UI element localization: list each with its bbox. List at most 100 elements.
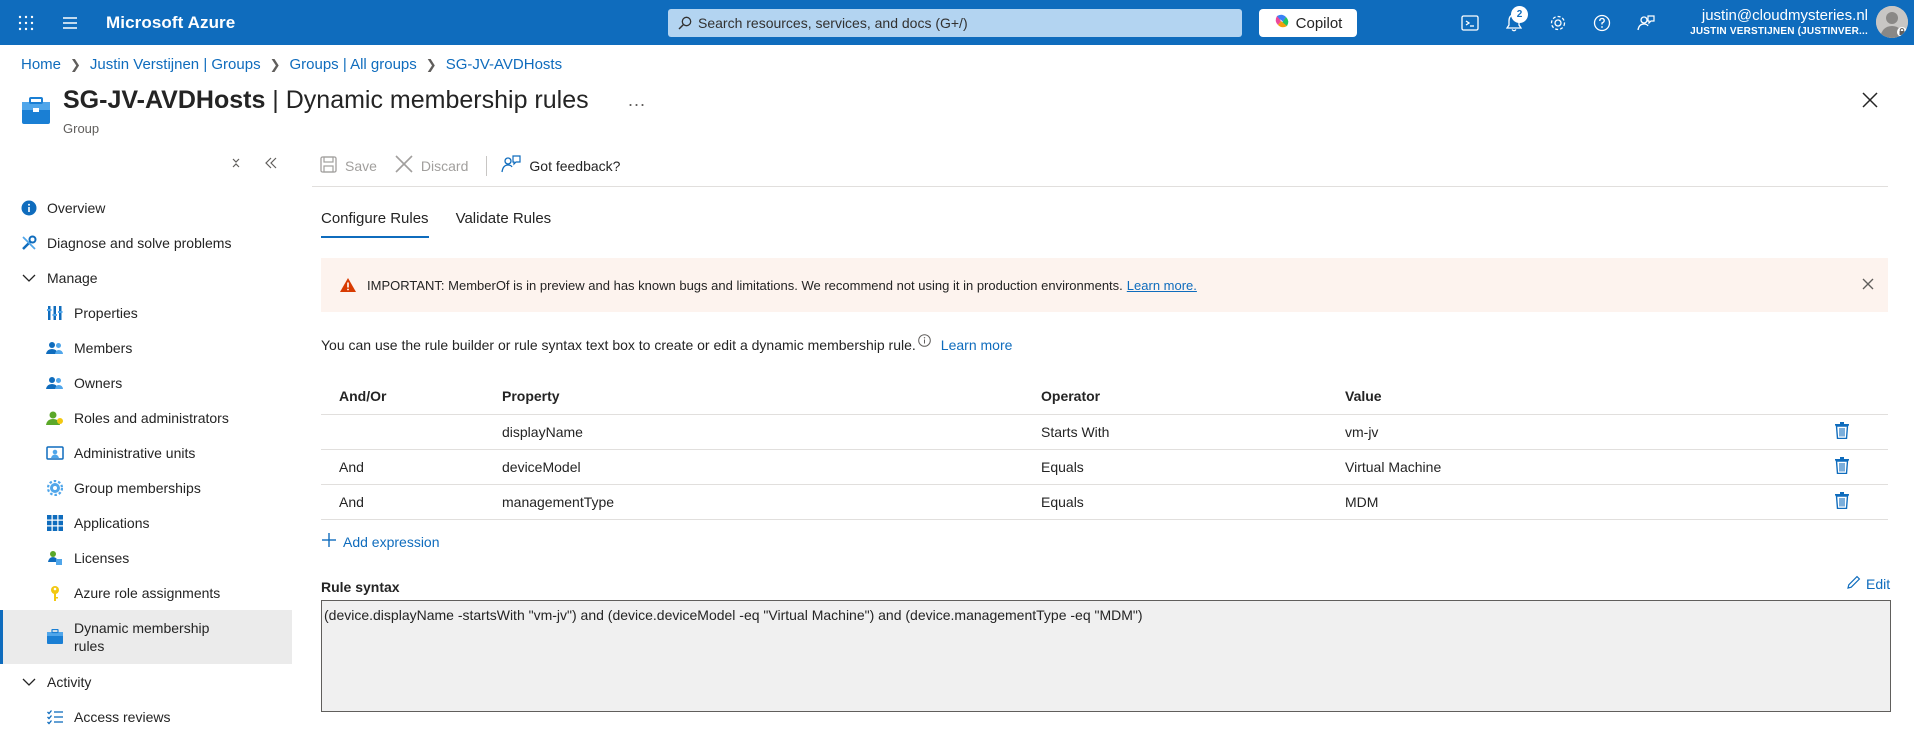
feedback-button[interactable]: Got feedback? (501, 155, 620, 176)
sidebar-item-label: Members (74, 339, 133, 356)
sidebar-group-activity[interactable]: Activity (0, 664, 292, 699)
sidebar-item-label: Licenses (74, 549, 130, 566)
copilot-button[interactable]: Copilot (1259, 9, 1357, 37)
toolbar-divider (486, 155, 488, 176)
delete-row-button[interactable] (1835, 414, 1888, 450)
banner-learn-more-link[interactable]: Learn more. (1127, 278, 1197, 293)
apps-grid-icon (46, 514, 64, 532)
sidebar-item-owners[interactable]: Owners (0, 365, 292, 400)
column-header-actions (1835, 378, 1888, 415)
cell-operator[interactable]: Equals (1041, 484, 1345, 520)
sidebar-item-label: Access reviews (74, 708, 171, 725)
delete-row-button[interactable] (1835, 484, 1888, 520)
copilot-icon (1274, 13, 1290, 33)
cell-and-or[interactable]: And (321, 484, 502, 520)
breadcrumb-home[interactable]: Home (21, 56, 61, 73)
discard-button[interactable]: Discard (395, 155, 468, 176)
sidebar: Overview Diagnose and solve problems Man… (0, 190, 292, 732)
info-icon[interactable] (917, 333, 931, 347)
menu-icon[interactable] (48, 0, 92, 45)
cloud-shell-icon[interactable] (1448, 0, 1492, 45)
rule-syntax-textbox[interactable]: (device.displayName -startsWith "vm-jv")… (321, 600, 1891, 712)
cell-property[interactable]: managementType (502, 484, 1041, 520)
sidebar-item-licenses[interactable]: Licenses (0, 540, 292, 575)
search-input[interactable]: Search resources, services, and docs (G+… (668, 9, 1242, 37)
chevron-right-icon: ❯ (269, 56, 281, 72)
column-header-property: Property (502, 378, 1041, 415)
tab-configure-rules[interactable]: Configure Rules (321, 210, 429, 238)
sidebar-item-label: Owners (74, 374, 123, 391)
breadcrumb-all-groups[interactable]: Groups | All groups (289, 56, 416, 73)
sidebar-item-overview[interactable]: Overview (0, 190, 292, 225)
cell-value[interactable]: vm-jv (1345, 414, 1835, 450)
chevron-right-icon: ❯ (425, 56, 437, 72)
avatar[interactable] (1876, 6, 1908, 38)
sidebar-item-properties[interactable]: Properties (0, 295, 292, 330)
chevron-right-icon: ❯ (70, 56, 81, 72)
warning-banner: IMPORTANT: MemberOf is in preview and ha… (321, 258, 1888, 312)
settings-gear-icon[interactable] (1536, 0, 1580, 45)
add-expression-button[interactable]: Add expression (321, 532, 440, 551)
add-expression-label: Add expression (343, 533, 440, 550)
sidebar-item-roles[interactable]: Roles and administrators (0, 400, 292, 435)
sidebar-item-dynamic-membership-rules[interactable]: Dynamic membership rules (0, 610, 292, 664)
sidebar-item-access-reviews[interactable]: Access reviews (0, 699, 292, 732)
help-icon[interactable] (1580, 0, 1624, 45)
pencil-icon (1847, 575, 1861, 592)
sidebar-item-azure-roles[interactable]: Azure role assignments (0, 575, 292, 610)
cell-property[interactable]: deviceModel (502, 449, 1041, 485)
checklist-icon (46, 708, 64, 726)
expand-collapse-icon[interactable] (230, 156, 242, 173)
account-menu[interactable]: justin@cloudmysteries.nl JUSTIN VERSTIJN… (1690, 7, 1868, 39)
brand-link[interactable]: Microsoft Azure (106, 13, 235, 33)
table-row[interactable]: And deviceModel Equals Virtual Machine (321, 449, 1888, 485)
edit-button[interactable]: Edit (1847, 575, 1890, 592)
breadcrumb-group[interactable]: SG-JV-AVDHosts (446, 56, 562, 73)
app-launcher-icon[interactable] (4, 0, 48, 45)
table-header-row: And/Or Property Operator Value (321, 378, 1888, 415)
close-icon[interactable] (1862, 277, 1874, 295)
learn-more-link[interactable]: Learn more (941, 337, 1013, 353)
cell-and-or[interactable] (321, 414, 502, 450)
sidebar-item-label: Overview (47, 199, 106, 216)
sidebar-item-applications[interactable]: Applications (0, 505, 292, 540)
cell-operator[interactable]: Starts With (1041, 414, 1345, 450)
sidebar-group-manage[interactable]: Manage (0, 260, 292, 295)
trash-icon (1835, 491, 1849, 512)
save-label: Save (345, 157, 377, 174)
more-options-button[interactable]: ... (628, 90, 646, 111)
info-line: You can use the rule builder or rule syn… (321, 333, 1013, 353)
sidebar-item-admin-units[interactable]: Administrative units (0, 435, 292, 470)
close-icon[interactable] (1862, 92, 1878, 111)
save-button[interactable]: Save (320, 155, 377, 176)
table-row[interactable]: displayName Starts With vm-jv (321, 414, 1888, 450)
sidebar-item-label: Activity (47, 673, 92, 690)
toolbar-divider-line (312, 186, 1888, 187)
notifications-icon[interactable]: 2 (1492, 0, 1536, 45)
delete-row-button[interactable] (1835, 449, 1888, 485)
cell-operator[interactable]: Equals (1041, 449, 1345, 485)
cell-value[interactable]: Virtual Machine (1345, 449, 1835, 485)
breadcrumb-groups[interactable]: Justin Verstijnen | Groups (90, 56, 261, 73)
sidebar-item-diagnose[interactable]: Diagnose and solve problems (0, 225, 292, 260)
page-title-rest: | Dynamic membership rules (265, 86, 589, 114)
licenses-icon (46, 549, 64, 567)
collapse-sidebar-icon[interactable] (264, 156, 278, 173)
column-header-operator: Operator (1041, 378, 1345, 415)
sidebar-item-group-memberships[interactable]: Group memberships (0, 470, 292, 505)
plus-icon (321, 532, 337, 551)
cell-value[interactable]: MDM (1345, 484, 1835, 520)
sidebar-item-label: Applications (74, 514, 150, 531)
notification-badge: 2 (1511, 6, 1528, 23)
sidebar-item-label: Properties (74, 304, 138, 321)
table-row[interactable]: And managementType Equals MDM (321, 484, 1888, 520)
breadcrumb: Home ❯ Justin Verstijnen | Groups ❯ Grou… (21, 56, 562, 73)
account-org: JUSTIN VERSTIJNEN (JUSTINVER... (1690, 26, 1868, 37)
feedback-icon[interactable] (1624, 0, 1668, 45)
chevron-down-icon (20, 673, 38, 691)
tab-validate-rules[interactable]: Validate Rules (456, 210, 552, 238)
sidebar-item-label: Diagnose and solve problems (47, 234, 232, 251)
cell-property[interactable]: displayName (502, 414, 1041, 450)
sidebar-item-members[interactable]: Members (0, 330, 292, 365)
cell-and-or[interactable]: And (321, 449, 502, 485)
